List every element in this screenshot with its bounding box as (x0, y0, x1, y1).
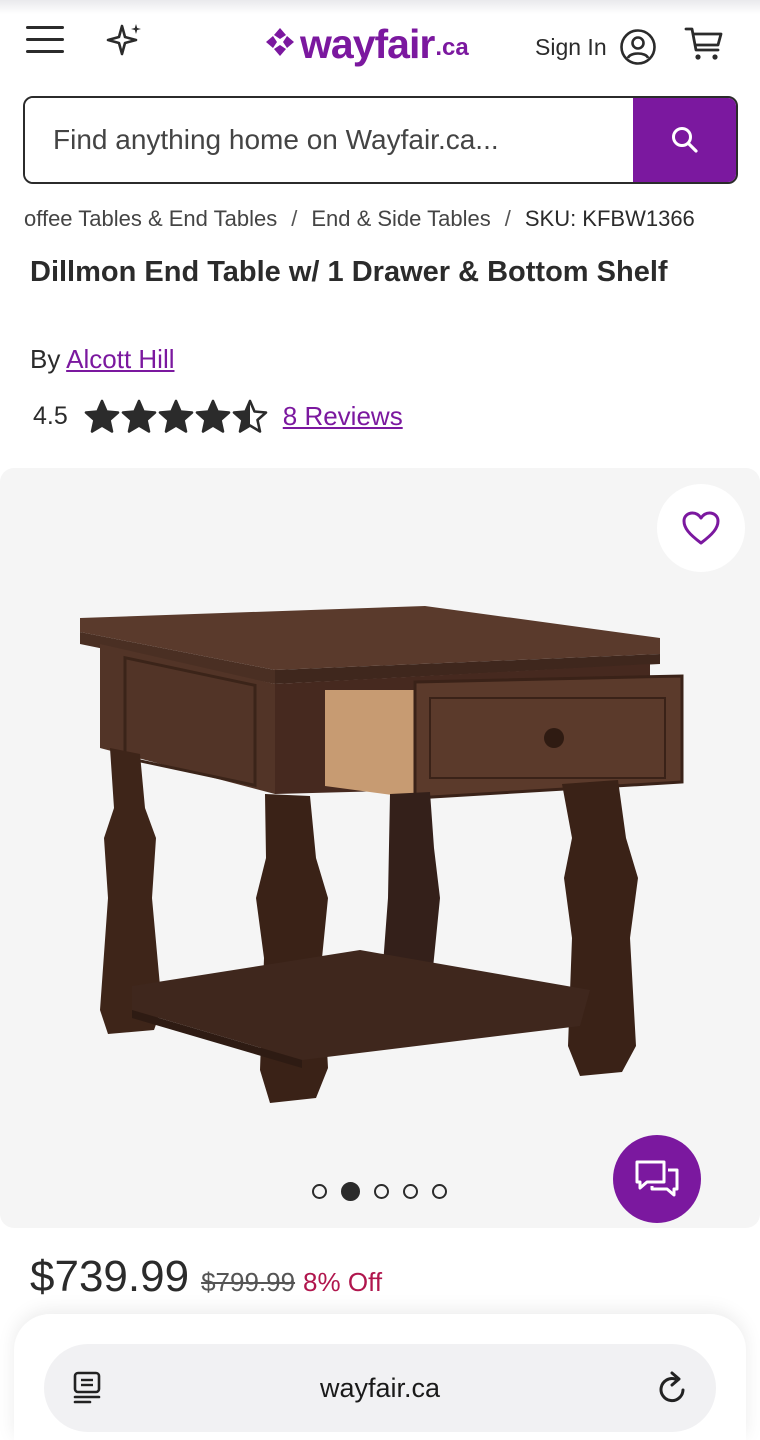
sparkle-icon[interactable] (104, 22, 144, 62)
product-image (80, 606, 684, 1103)
star-full-icon (195, 399, 231, 433)
sign-in-button[interactable]: Sign In (535, 28, 657, 66)
brand-link[interactable]: Alcott Hill (66, 344, 174, 374)
star-full-icon (84, 399, 120, 433)
chat-icon (635, 1160, 679, 1197)
search-input[interactable] (25, 98, 633, 182)
browser-bottom-bar: wayfair.ca (14, 1314, 746, 1440)
star-rating (84, 399, 269, 433)
gallery-dot[interactable] (312, 1184, 327, 1199)
star-full-icon (121, 399, 157, 433)
logo-tld: .ca (435, 34, 469, 61)
gallery-pagination (312, 1182, 461, 1201)
cart-icon[interactable] (684, 24, 724, 64)
heart-icon (682, 511, 720, 545)
logo-mark-icon (266, 28, 294, 56)
search-button[interactable] (633, 98, 736, 182)
product-title: Dillmon End Table w/ 1 Drawer & Bottom S… (30, 256, 668, 288)
search-icon (671, 127, 698, 153)
star-full-icon (158, 399, 194, 433)
was-price: $799.99 (201, 1267, 296, 1297)
price-row: $739.99 $799.99 8% Off (30, 1252, 382, 1302)
brand-byline: By Alcott Hill (30, 344, 175, 375)
user-icon (619, 29, 656, 65)
status-fade (0, 0, 760, 14)
address-bar[interactable]: wayfair.ca (44, 1344, 716, 1432)
discount-badge: 8% Off (303, 1267, 383, 1297)
breadcrumb-item-coffee-end-tables[interactable]: offee Tables & End Tables (24, 206, 277, 232)
star-half-icon (232, 399, 268, 433)
sign-in-label: Sign In (535, 33, 607, 60)
logo-word: wayfair (300, 21, 435, 67)
header: wayfair .ca Sign In (0, 0, 760, 88)
breadcrumb-sku: SKU: KFBW1366 (524, 206, 695, 231)
gallery-dot[interactable] (403, 1184, 418, 1199)
product-gallery[interactable] (0, 468, 760, 1228)
breadcrumb-separator: / (291, 206, 298, 231)
gallery-dot[interactable] (374, 1184, 389, 1199)
favorite-button[interactable] (657, 484, 745, 572)
breadcrumb-separator: / (504, 206, 511, 231)
gallery-dot[interactable] (341, 1182, 360, 1201)
breadcrumb-item-end-side-tables[interactable]: End & Side Tables (311, 206, 490, 232)
search-bar (23, 96, 738, 184)
by-label: By (30, 344, 61, 374)
menu-icon[interactable] (26, 26, 66, 60)
breadcrumb: offee Tables & End Tables / End & Side T… (24, 206, 760, 232)
reload-icon[interactable] (656, 1370, 690, 1406)
url-text: wayfair.ca (319, 1372, 441, 1403)
chat-button[interactable] (613, 1135, 701, 1223)
wayfair-logo[interactable]: wayfair .ca (264, 20, 469, 68)
rating-value: 4.5 (33, 401, 68, 430)
reviews-link[interactable]: 8 Reviews (283, 401, 403, 432)
gallery-dot[interactable] (432, 1184, 447, 1199)
current-price: $739.99 (30, 1252, 190, 1301)
rating-summary: 4.5 8 Reviews (33, 396, 403, 436)
